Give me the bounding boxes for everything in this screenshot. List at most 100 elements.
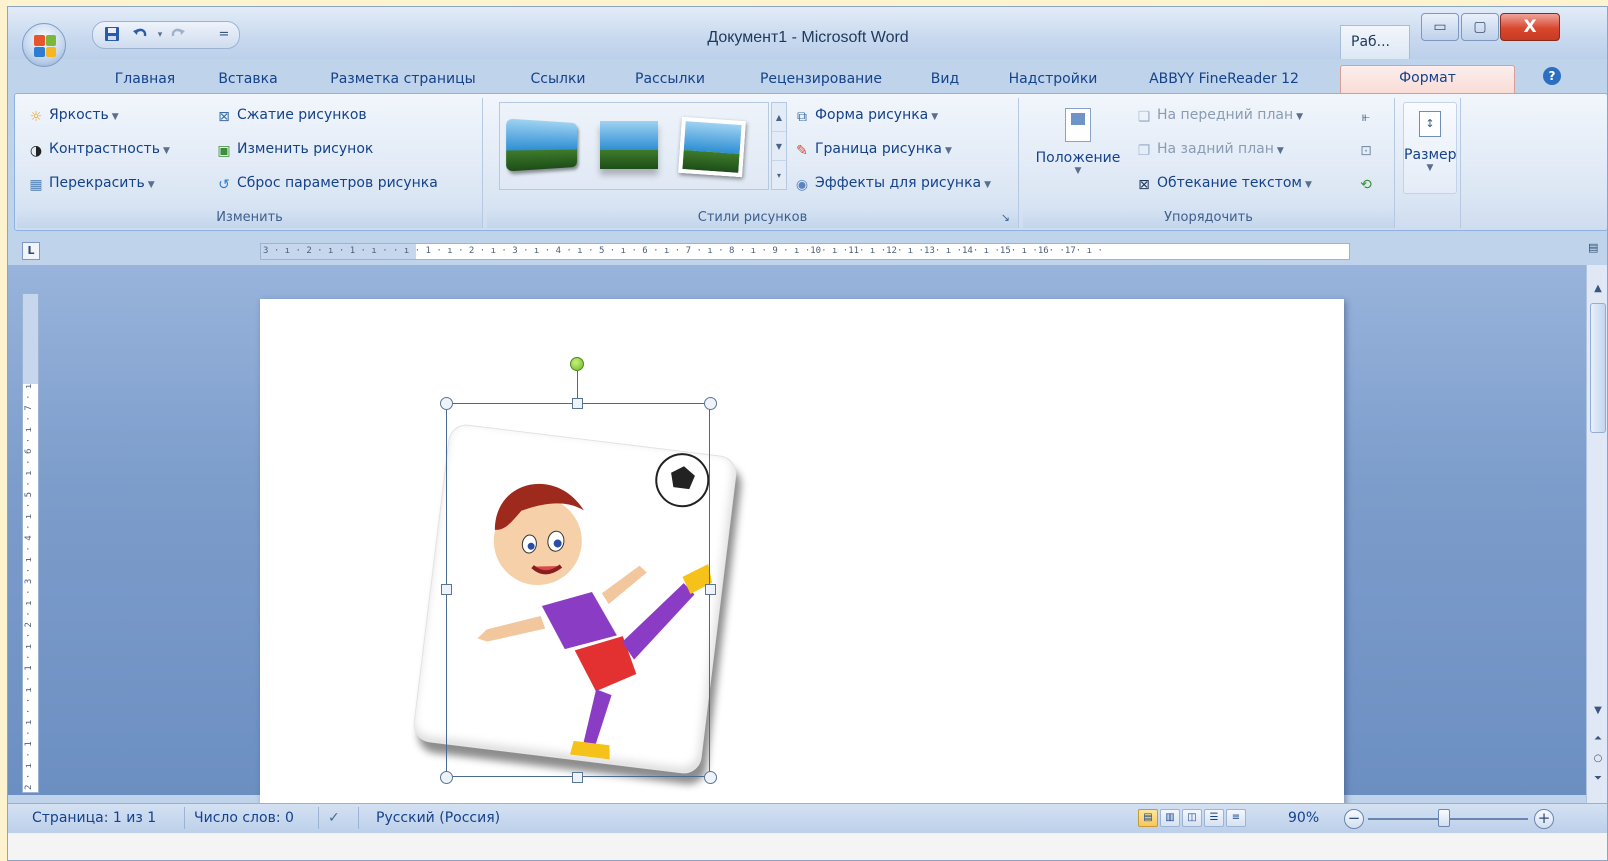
- draft-view-icon[interactable]: ≡: [1226, 809, 1246, 827]
- zoom-out-button[interactable]: −: [1344, 809, 1364, 829]
- brightness-button[interactable]: ☼ Яркость ▼: [27, 104, 119, 126]
- horizontal-ruler[interactable]: 3 · ı · 2 · ı · 1 · ı · · ı · 1 · ı · 2 …: [260, 243, 1350, 260]
- customize-qat-icon[interactable]: =: [215, 26, 233, 44]
- maximize-button[interactable]: ▢: [1461, 13, 1499, 41]
- resize-handle-top-left[interactable]: [440, 397, 453, 410]
- resize-handle-top[interactable]: [572, 398, 583, 409]
- print-layout-view-icon[interactable]: ▤: [1138, 809, 1158, 827]
- vertical-scrollbar[interactable]: ▲ ▼ ⏶ ○ ⏷: [1586, 265, 1608, 805]
- save-icon[interactable]: [103, 26, 121, 44]
- rotate-button[interactable]: ⟲: [1357, 172, 1379, 194]
- picture-effects-button[interactable]: ◉ Эффекты для рисунка ▼: [793, 172, 991, 194]
- view-ruler-icon[interactable]: ▤: [1588, 241, 1602, 259]
- context-tab-header[interactable]: Раб...: [1340, 25, 1410, 59]
- resize-handle-bottom-left[interactable]: [440, 771, 453, 784]
- gallery-scroll[interactable]: ▲ ▼ ▾: [771, 102, 787, 190]
- resize-handle-left[interactable]: [441, 584, 452, 595]
- tab-abbyy[interactable]: ABBYY FineReader 12: [1136, 67, 1312, 93]
- recolor-button[interactable]: ▦ Перекрасить ▼: [27, 172, 155, 194]
- change-picture-label: Изменить рисунок: [237, 141, 373, 157]
- browse-object-icon[interactable]: ○: [1587, 753, 1608, 764]
- scroll-thumb[interactable]: [1590, 303, 1606, 433]
- help-icon[interactable]: ?: [1543, 67, 1561, 85]
- gallery-up-icon[interactable]: ▲: [772, 103, 786, 132]
- group-objects-button[interactable]: ⊡: [1357, 138, 1379, 160]
- word-window: ▾ = Документ1 - Microsoft Word Раб... ▭ …: [7, 6, 1608, 861]
- picture-shape-button[interactable]: ⧉ Форма рисунка ▼: [793, 104, 938, 126]
- vertical-ruler[interactable]: 2 · ı · 1 · ı · · ı · 1 · ı · 2 · ı · 3 …: [22, 293, 39, 793]
- word-count[interactable]: Число слов: 0: [194, 810, 294, 826]
- gallery-more-icon[interactable]: ▾: [772, 161, 786, 190]
- resize-handle-bottom-right[interactable]: [704, 771, 717, 784]
- effects-icon: ◉: [793, 177, 811, 193]
- ribbon-tabs: Главная Вставка Разметка страницы Ссылки…: [8, 59, 1607, 93]
- resize-handle-top-right[interactable]: [704, 397, 717, 410]
- tab-page-layout[interactable]: Разметка страницы: [318, 67, 488, 93]
- picture-styles-gallery[interactable]: [499, 102, 769, 190]
- position-label: Положение: [1031, 150, 1125, 166]
- change-picture-button[interactable]: ▣ Изменить рисунок: [215, 138, 373, 160]
- tab-view[interactable]: Вид: [920, 67, 970, 93]
- scroll-up-icon[interactable]: ▲: [1587, 283, 1608, 294]
- zoom-slider-thumb[interactable]: [1438, 809, 1450, 827]
- office-button[interactable]: [22, 23, 66, 67]
- group-icon: ⊡: [1357, 143, 1375, 159]
- web-layout-icon[interactable]: ◫: [1182, 809, 1202, 827]
- minimize-button[interactable]: ▭: [1421, 13, 1459, 41]
- recolor-label: Перекрасить: [49, 175, 145, 191]
- divider: [318, 807, 319, 829]
- contrast-button[interactable]: ◑ Контрастность ▼: [27, 138, 170, 160]
- picture-shape-label: Форма рисунка: [815, 107, 928, 123]
- language-indicator[interactable]: Русский (Россия): [376, 810, 500, 826]
- previous-page-icon[interactable]: ⏶: [1587, 733, 1608, 744]
- tab-review[interactable]: Рецензирование: [746, 67, 896, 93]
- scroll-down-icon[interactable]: ▼: [1587, 705, 1608, 716]
- zoom-in-button[interactable]: +: [1534, 809, 1554, 829]
- tab-mailings[interactable]: Рассылки: [620, 67, 720, 93]
- send-to-back-button[interactable]: ❐ На задний план ▼: [1135, 138, 1284, 160]
- chevron-down-icon: ▼: [1305, 180, 1312, 190]
- compress-pictures-button[interactable]: ⊠ Сжатие рисунков: [215, 104, 367, 126]
- tab-insert[interactable]: Вставка: [208, 67, 288, 93]
- align-button[interactable]: ⫦: [1357, 104, 1379, 126]
- tab-addins[interactable]: Надстройки: [998, 67, 1108, 93]
- size-button[interactable]: ↕ Размер ▼: [1403, 102, 1457, 194]
- tab-selector[interactable]: L: [22, 242, 40, 260]
- gallery-down-icon[interactable]: ▼: [772, 132, 786, 161]
- compress-icon: ⊠: [215, 109, 233, 125]
- document-page[interactable]: [260, 299, 1344, 819]
- bring-to-front-button[interactable]: ❏ На передний план ▼: [1135, 104, 1303, 126]
- text-wrap-button[interactable]: ⊠ Обтекание текстом ▼: [1135, 172, 1312, 194]
- resize-handle-right[interactable]: [705, 584, 716, 595]
- tab-references[interactable]: Ссылки: [518, 67, 598, 93]
- full-screen-reading-icon[interactable]: ▥: [1160, 809, 1180, 827]
- rotation-handle[interactable]: [570, 357, 584, 371]
- outline-view-icon[interactable]: ☰: [1204, 809, 1224, 827]
- position-button[interactable]: Положение ▼: [1031, 102, 1125, 194]
- zoom-level[interactable]: 90%: [1288, 810, 1319, 826]
- reset-picture-button[interactable]: ↺ Сброс параметров рисунка: [215, 172, 438, 194]
- pencil-icon: ✎: [793, 143, 811, 159]
- style-thumbnail[interactable]: [600, 121, 658, 169]
- style-thumbnail[interactable]: [678, 117, 746, 177]
- next-page-icon[interactable]: ⏷: [1587, 773, 1608, 784]
- chevron-down-icon: ▼: [984, 180, 991, 190]
- page-count[interactable]: Страница: 1 из 1: [32, 810, 156, 826]
- rotate-icon: ⟲: [1357, 177, 1375, 193]
- close-button[interactable]: X: [1500, 13, 1560, 41]
- picture-border-button[interactable]: ✎ Граница рисунка ▼: [793, 138, 952, 160]
- position-icon: [1065, 108, 1091, 142]
- dialog-launcher-icon[interactable]: ↘: [1001, 208, 1010, 228]
- spelling-check-icon[interactable]: ✓: [328, 810, 340, 826]
- undo-icon[interactable]: [131, 26, 149, 44]
- arrange-group: Положение ▼ ❏ На передний план ▼ ❐ На задни…: [1023, 98, 1395, 228]
- tab-format[interactable]: Формат: [1340, 65, 1515, 93]
- redo-icon[interactable]: [169, 26, 187, 44]
- picture-effects-label: Эффекты для рисунка: [815, 175, 981, 191]
- tab-home[interactable]: Главная: [100, 67, 190, 93]
- chevron-down-icon: ▼: [148, 180, 155, 190]
- undo-dropdown-icon[interactable]: ▾: [151, 26, 169, 44]
- change-picture-icon: ▣: [215, 143, 233, 159]
- style-thumbnail[interactable]: [506, 118, 577, 171]
- resize-handle-bottom[interactable]: [572, 772, 583, 783]
